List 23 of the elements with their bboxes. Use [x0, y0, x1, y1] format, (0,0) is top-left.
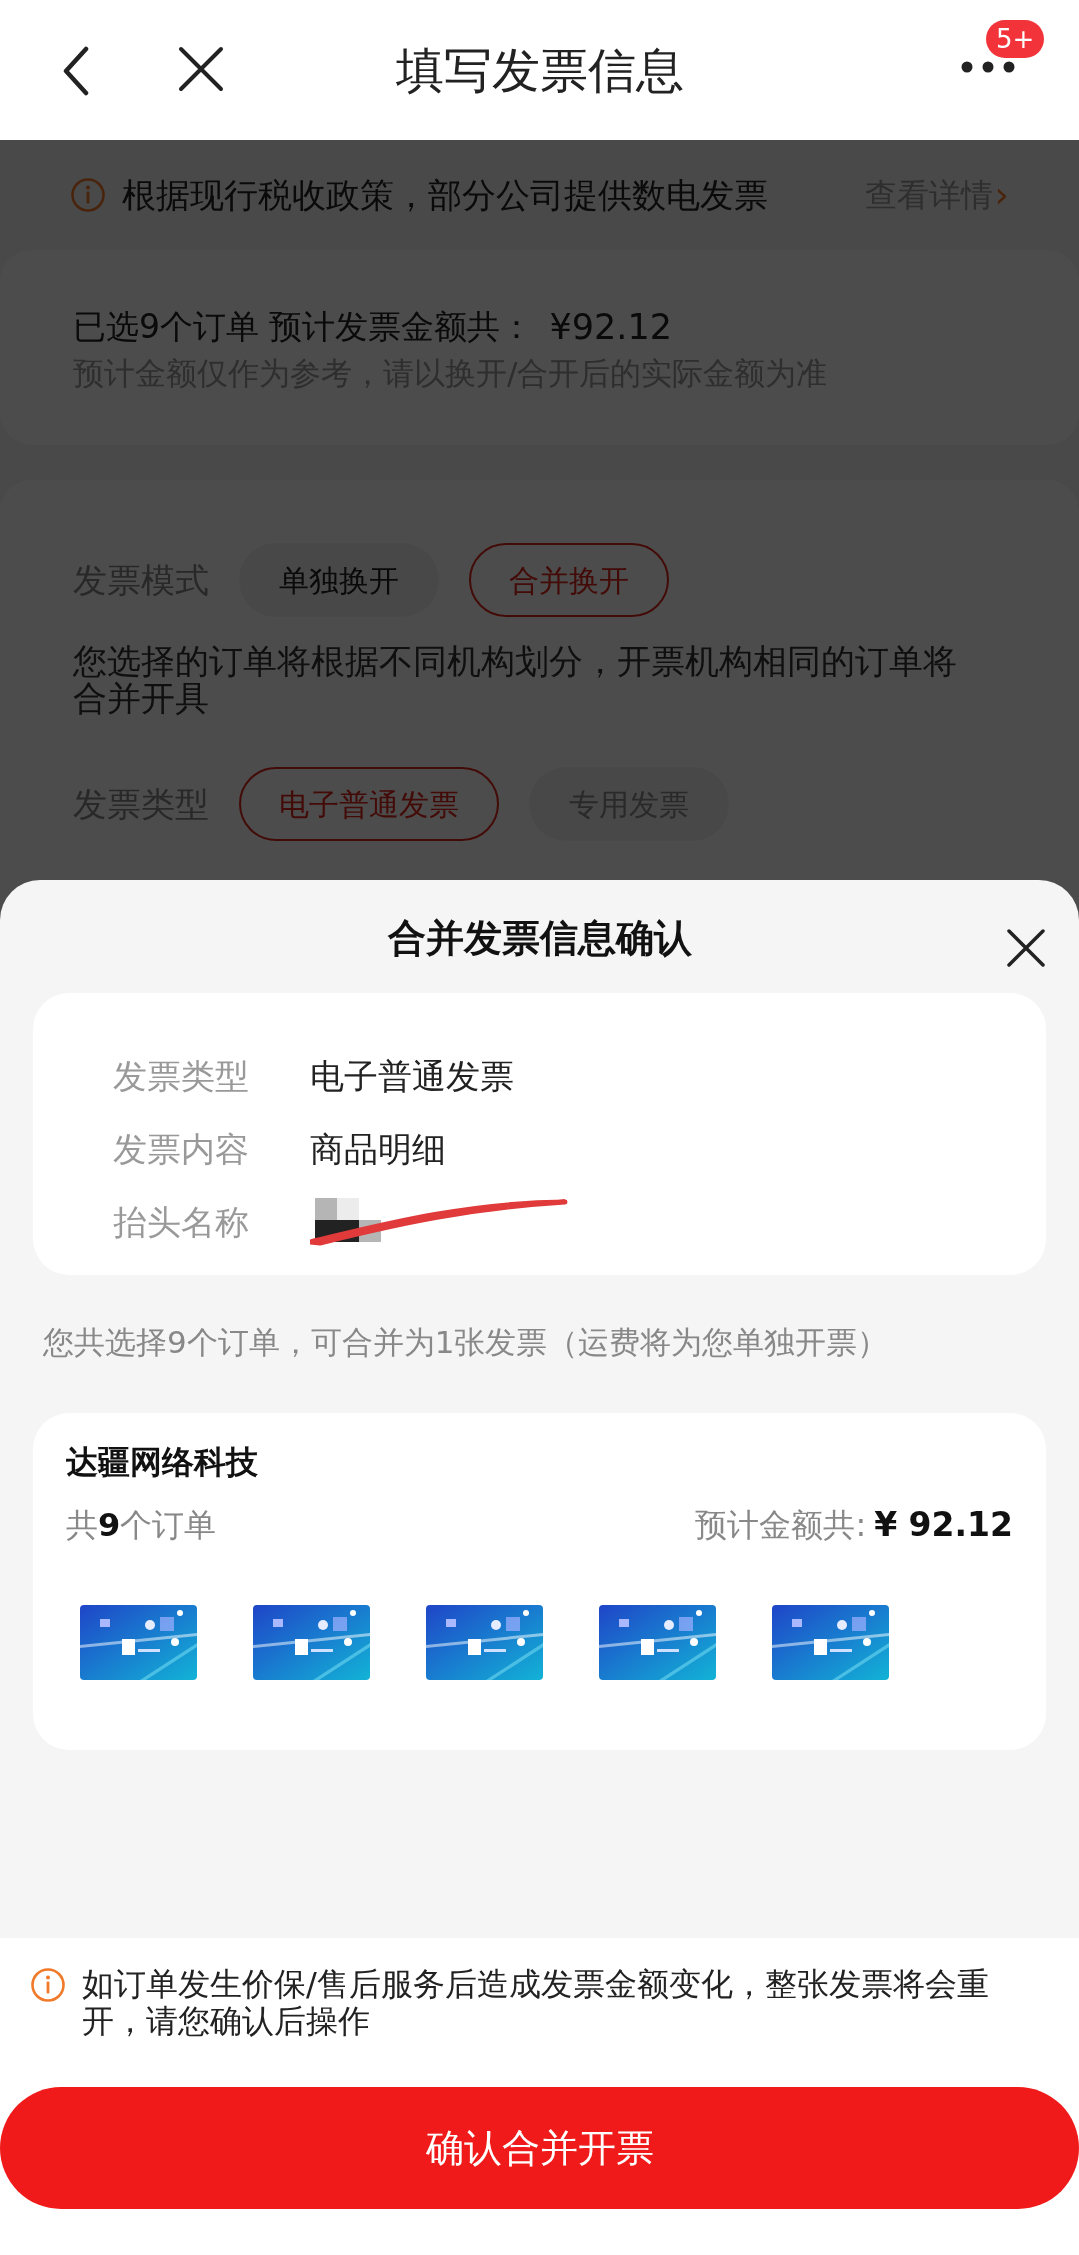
confirm-button[interactable]: 确认合并开票: [0, 2087, 1079, 2209]
merge-summary: 您共选择9个订单，可合并为1张发票（运费将为您单独开票）: [42, 1323, 890, 1362]
field-label: 发票内容: [113, 1128, 250, 1171]
close-icon[interactable]: [1006, 928, 1046, 968]
mode-description: 您选择的订单将根据不同机构划分，开票机构相同的订单将合并开具: [73, 643, 958, 717]
info-icon: [30, 1967, 66, 2003]
close-icon[interactable]: [178, 46, 224, 92]
notification-badge: 5+: [986, 20, 1045, 58]
total-amount: ¥ 92.12: [874, 1504, 1013, 1547]
sheet-title: 合并发票信息确认: [387, 915, 692, 962]
shop-name: 达疆网络科技: [66, 1442, 259, 1483]
field-value: 商品明细: [310, 1128, 446, 1171]
summary-headline: 已选9个订单 预计发票金额共：: [73, 306, 534, 349]
total-label: 预计金额共:: [695, 1505, 867, 1546]
more-icon[interactable]: [960, 60, 1016, 74]
page-title: 填写发票信息: [395, 41, 684, 100]
summary-amount: ¥92.12: [549, 305, 672, 349]
field-label: 发票类型: [113, 1055, 250, 1098]
warning-text: 如订单发生价保/售后服务后造成发票金额变化，整张发票将会重开，请您确认后操作: [82, 1966, 990, 2040]
notice-text: 根据现行税收政策，部分公司提供数电发票: [122, 173, 769, 217]
field-value: 电子普通发票: [310, 1055, 514, 1098]
order-count: 共9个订单: [66, 1505, 217, 1546]
field-label: 抬头名称: [113, 1201, 250, 1244]
